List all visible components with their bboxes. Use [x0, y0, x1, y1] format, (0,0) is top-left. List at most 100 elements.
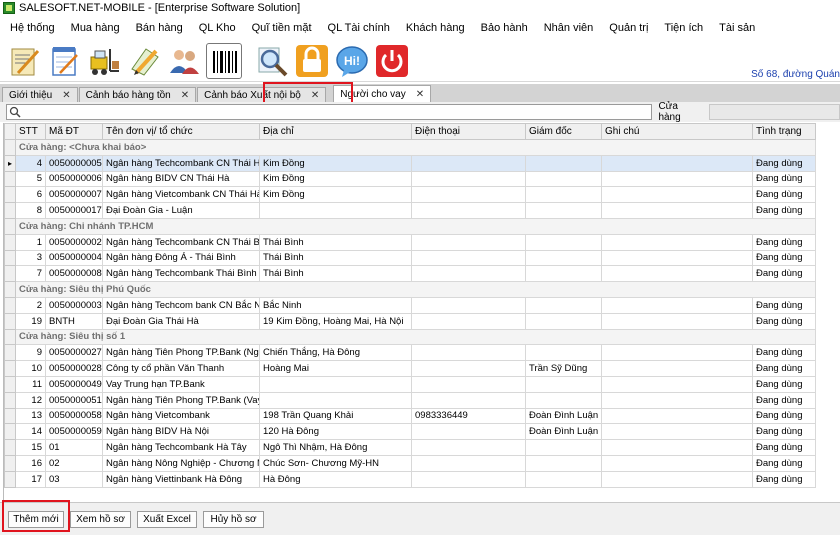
table-row[interactable]: 12 0050000051 Ngân hàng Tiên Phong TP.Bank… — [4, 391, 816, 409]
table-row[interactable]: 1 0050000002 Ngân hàng Techcombank CN Thái… — [4, 233, 816, 251]
cell-address[interactable]: Ngô Thì Nhậm, Hà Đông — [259, 439, 412, 456]
cell-note[interactable] — [601, 439, 753, 456]
cell-director[interactable] — [525, 344, 602, 362]
menu-khach-hang[interactable]: Khách hàng — [398, 22, 473, 34]
cell-director[interactable] — [525, 312, 602, 330]
cell-name[interactable]: Đại Đoàn Gia Thái Hà — [102, 312, 260, 330]
cell-address[interactable]: Thái Bình — [259, 265, 412, 283]
menu-bao-hanh[interactable]: Bảo hành — [473, 22, 536, 34]
cell-phone[interactable] — [411, 454, 526, 472]
cell-stt[interactable]: 4 — [15, 154, 46, 172]
chat-bubble-icon[interactable]: Hi! — [334, 43, 370, 79]
cell-note[interactable] — [601, 407, 753, 425]
close-icon[interactable]: ✕ — [62, 90, 70, 101]
row-header[interactable] — [4, 454, 16, 472]
cell-name[interactable]: Ngân hàng Techcombank Hà Tây — [102, 439, 260, 456]
row-header[interactable] — [4, 281, 16, 298]
cell-status[interactable]: Đang dùng — [752, 312, 816, 330]
cell-director[interactable] — [525, 470, 602, 488]
row-header[interactable] — [4, 328, 16, 346]
cell-stt[interactable]: 6 — [15, 186, 46, 204]
row-header[interactable] — [4, 407, 16, 425]
cell-director[interactable]: Đoàn Đình Luận — [525, 407, 602, 425]
table-row[interactable]: 11 0050000049 Vay Trung hạn TP.Bank Đang dù… — [4, 375, 816, 393]
search-input[interactable] — [6, 104, 653, 120]
cell-address[interactable]: Thái Bình — [259, 249, 412, 267]
cell-director[interactable] — [525, 265, 602, 283]
cell-stt[interactable]: 16 — [15, 454, 46, 472]
cell-code[interactable]: 03 — [45, 470, 103, 488]
col-header-note[interactable]: Ghi chú — [601, 123, 753, 140]
cell-status[interactable]: Đang dùng — [752, 202, 816, 219]
row-header[interactable] — [4, 170, 16, 188]
cell-stt[interactable]: 3 — [15, 249, 46, 267]
cell-address[interactable]: 120 Hà Đông — [259, 423, 412, 441]
close-icon[interactable]: ✕ — [416, 89, 424, 100]
cell-address[interactable]: Chiến Thắng, Hà Đông — [259, 344, 412, 362]
cell-stt[interactable]: 5 — [15, 170, 46, 188]
cell-address[interactable]: Bắc Ninh — [259, 296, 412, 314]
menu-quan-tri[interactable]: Quản trị — [601, 22, 656, 34]
cell-status[interactable]: Đang dùng — [752, 296, 816, 314]
cell-address[interactable] — [259, 202, 412, 219]
export-excel-button[interactable]: Xuất Excel — [137, 510, 197, 528]
cell-note[interactable] — [601, 186, 753, 204]
cell-status[interactable]: Đang dùng — [752, 423, 816, 441]
cell-note[interactable] — [601, 249, 753, 267]
pencil-sheet-icon[interactable] — [126, 43, 162, 79]
cell-director[interactable]: Trần Sỹ Dũng — [525, 360, 602, 377]
row-header[interactable] — [4, 296, 16, 314]
cell-director[interactable] — [525, 202, 602, 219]
cell-director[interactable] — [525, 439, 602, 456]
cell-status[interactable]: Đang dùng — [752, 170, 816, 188]
cell-code[interactable]: 0050000051 — [45, 391, 103, 409]
group-row[interactable]: Cửa hàng: Chi nhánh TP.HCM — [4, 217, 816, 235]
current-row-indicator[interactable]: ▸ — [4, 154, 16, 172]
cell-status[interactable]: Đang dùng — [752, 154, 816, 172]
cell-phone[interactable] — [411, 202, 526, 219]
row-header[interactable] — [4, 423, 16, 441]
col-header-address[interactable]: Địa chỉ — [259, 123, 412, 140]
cell-code[interactable]: 0050000007 — [45, 186, 103, 204]
cell-address[interactable]: 198 Trần Quang Khải — [259, 407, 412, 425]
cell-director[interactable] — [525, 249, 602, 267]
cell-note[interactable] — [601, 375, 753, 393]
row-header[interactable] — [4, 186, 16, 204]
cell-address[interactable]: Kim Đồng — [259, 186, 412, 204]
row-header[interactable] — [4, 312, 16, 330]
cell-note[interactable] — [601, 312, 753, 330]
table-row[interactable]: 8 0050000017 Đại Đoàn Gia - Luận Đang dùng — [4, 202, 816, 219]
cell-note[interactable] — [601, 202, 753, 219]
tab-gioi-thieu[interactable]: Giới thiệu ✕ — [2, 87, 78, 102]
cell-name[interactable]: Ngân hàng Techcom bank CN Bắc Ninh — [102, 296, 260, 314]
cell-code[interactable]: 0050000002 — [45, 233, 103, 251]
forklift-icon[interactable] — [86, 43, 122, 79]
cell-phone[interactable] — [411, 375, 526, 393]
cell-name[interactable]: Ngân hàng Vietcombank — [102, 407, 260, 425]
magnifier-icon[interactable] — [254, 43, 290, 79]
row-header[interactable] — [4, 360, 16, 377]
cell-address[interactable] — [259, 391, 412, 409]
cell-note[interactable] — [601, 154, 753, 172]
cell-director[interactable] — [525, 296, 602, 314]
cell-director[interactable] — [525, 233, 602, 251]
cell-name[interactable]: Ngân hàng Techcombank CN Thái Bình — [102, 233, 260, 251]
cell-note[interactable] — [601, 423, 753, 441]
cell-stt[interactable]: 14 — [15, 423, 46, 441]
cell-address[interactable]: Hà Đông — [259, 470, 412, 488]
cell-stt[interactable]: 9 — [15, 344, 46, 362]
row-header[interactable] — [4, 470, 16, 488]
menu-tien-ich[interactable]: Tiện ích — [656, 22, 711, 34]
cell-name[interactable]: Ngân hàng Viettinbank Hà Đông — [102, 470, 260, 488]
cell-code[interactable]: 0050000006 — [45, 170, 103, 188]
cell-status[interactable]: Đang dùng — [752, 439, 816, 456]
cell-code[interactable]: 0050000028 — [45, 360, 103, 377]
power-icon[interactable] — [374, 43, 410, 79]
cell-stt[interactable]: 17 — [15, 470, 46, 488]
cell-status[interactable]: Đang dùng — [752, 375, 816, 393]
cell-director[interactable] — [525, 154, 602, 172]
document-edit-icon[interactable] — [6, 43, 42, 79]
cell-note[interactable] — [601, 344, 753, 362]
cell-director[interactable] — [525, 454, 602, 472]
cell-code[interactable]: 0050000004 — [45, 249, 103, 267]
